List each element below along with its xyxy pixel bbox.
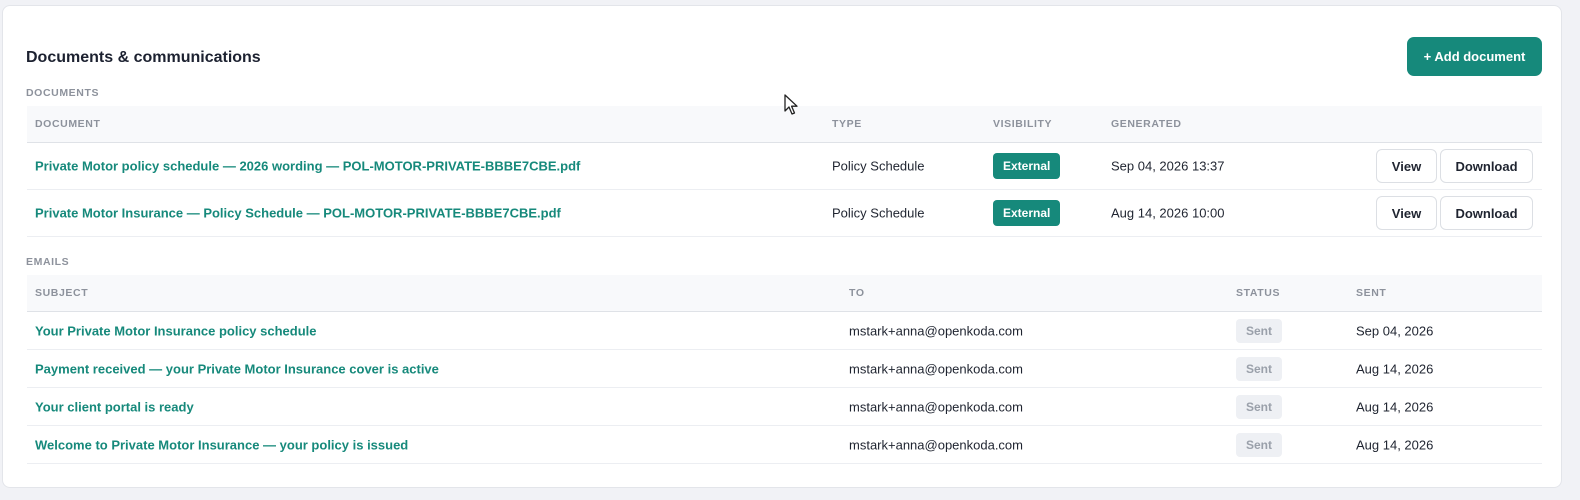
document-type: Policy Schedule [832, 158, 925, 174]
column-header-visibility: VISIBILITY [993, 118, 1053, 130]
add-document-button[interactable]: + Add document [1407, 37, 1542, 76]
column-header-document: DOCUMENT [35, 118, 101, 130]
column-header-to: TO [849, 287, 865, 299]
documents-communications-card: Documents & communications + Add documen… [2, 5, 1562, 488]
email-sent-date: Sep 04, 2026 [1356, 323, 1434, 338]
status-badge: Sent [1236, 356, 1283, 381]
document-generated-date: Aug 14, 2026 10:00 [1111, 205, 1225, 221]
documents-section-label: DOCUMENTS [26, 87, 100, 99]
email-subject-link[interactable]: Payment received — your Private Motor In… [35, 361, 439, 376]
column-header-generated: GENERATED [1111, 118, 1182, 130]
document-row: Private Motor Insurance — Policy Schedul… [27, 190, 1542, 237]
emails-table: SUBJECT TO STATUS SENT Your Private Moto… [27, 275, 1542, 464]
email-row: Welcome to Private Motor Insurance — you… [27, 426, 1542, 464]
email-row: Payment received — your Private Motor In… [27, 350, 1542, 388]
card-title: Documents & communications [26, 49, 261, 66]
mouse-pointer-icon [784, 94, 798, 115]
visibility-badge: External [993, 200, 1061, 226]
column-header-status: STATUS [1236, 287, 1281, 299]
download-button[interactable]: Download [1440, 196, 1533, 230]
emails-table-header: SUBJECT TO STATUS SENT [27, 275, 1542, 312]
column-header-sent: SENT [1356, 287, 1387, 299]
view-button[interactable]: View [1376, 149, 1437, 183]
document-generated-date: Sep 04, 2026 13:37 [1111, 158, 1225, 174]
email-recipient: mstark+anna@openkoda.com [849, 361, 1023, 376]
document-link[interactable]: Private Motor policy schedule — 2026 wor… [35, 159, 580, 174]
emails-section-label: EMAILS [26, 256, 70, 268]
email-recipient: mstark+anna@openkoda.com [849, 323, 1023, 338]
column-header-subject: SUBJECT [35, 287, 89, 299]
email-row: Your client portal is ready mstark+anna@… [27, 388, 1542, 426]
email-sent-date: Aug 14, 2026 [1356, 399, 1434, 414]
email-subject-link[interactable]: Your Private Motor Insurance policy sche… [35, 323, 317, 338]
email-sent-date: Aug 14, 2026 [1356, 437, 1434, 452]
documents-table: DOCUMENT TYPE VISIBILITY GENERATED Priva… [27, 106, 1542, 237]
visibility-badge: External [993, 153, 1061, 179]
column-header-type: TYPE [832, 118, 862, 130]
email-recipient: mstark+anna@openkoda.com [849, 437, 1023, 452]
document-row: Private Motor policy schedule — 2026 wor… [27, 143, 1542, 190]
email-recipient: mstark+anna@openkoda.com [849, 399, 1023, 414]
document-link[interactable]: Private Motor Insurance — Policy Schedul… [35, 206, 561, 221]
email-subject-link[interactable]: Welcome to Private Motor Insurance — you… [35, 437, 408, 452]
document-type: Policy Schedule [832, 205, 925, 221]
status-badge: Sent [1236, 318, 1283, 343]
email-sent-date: Aug 14, 2026 [1356, 361, 1434, 376]
download-button[interactable]: Download [1440, 149, 1533, 183]
email-subject-link[interactable]: Your client portal is ready [35, 399, 194, 414]
email-row: Your Private Motor Insurance policy sche… [27, 312, 1542, 350]
status-badge: Sent [1236, 394, 1283, 419]
view-button[interactable]: View [1376, 196, 1437, 230]
status-badge: Sent [1236, 432, 1283, 457]
